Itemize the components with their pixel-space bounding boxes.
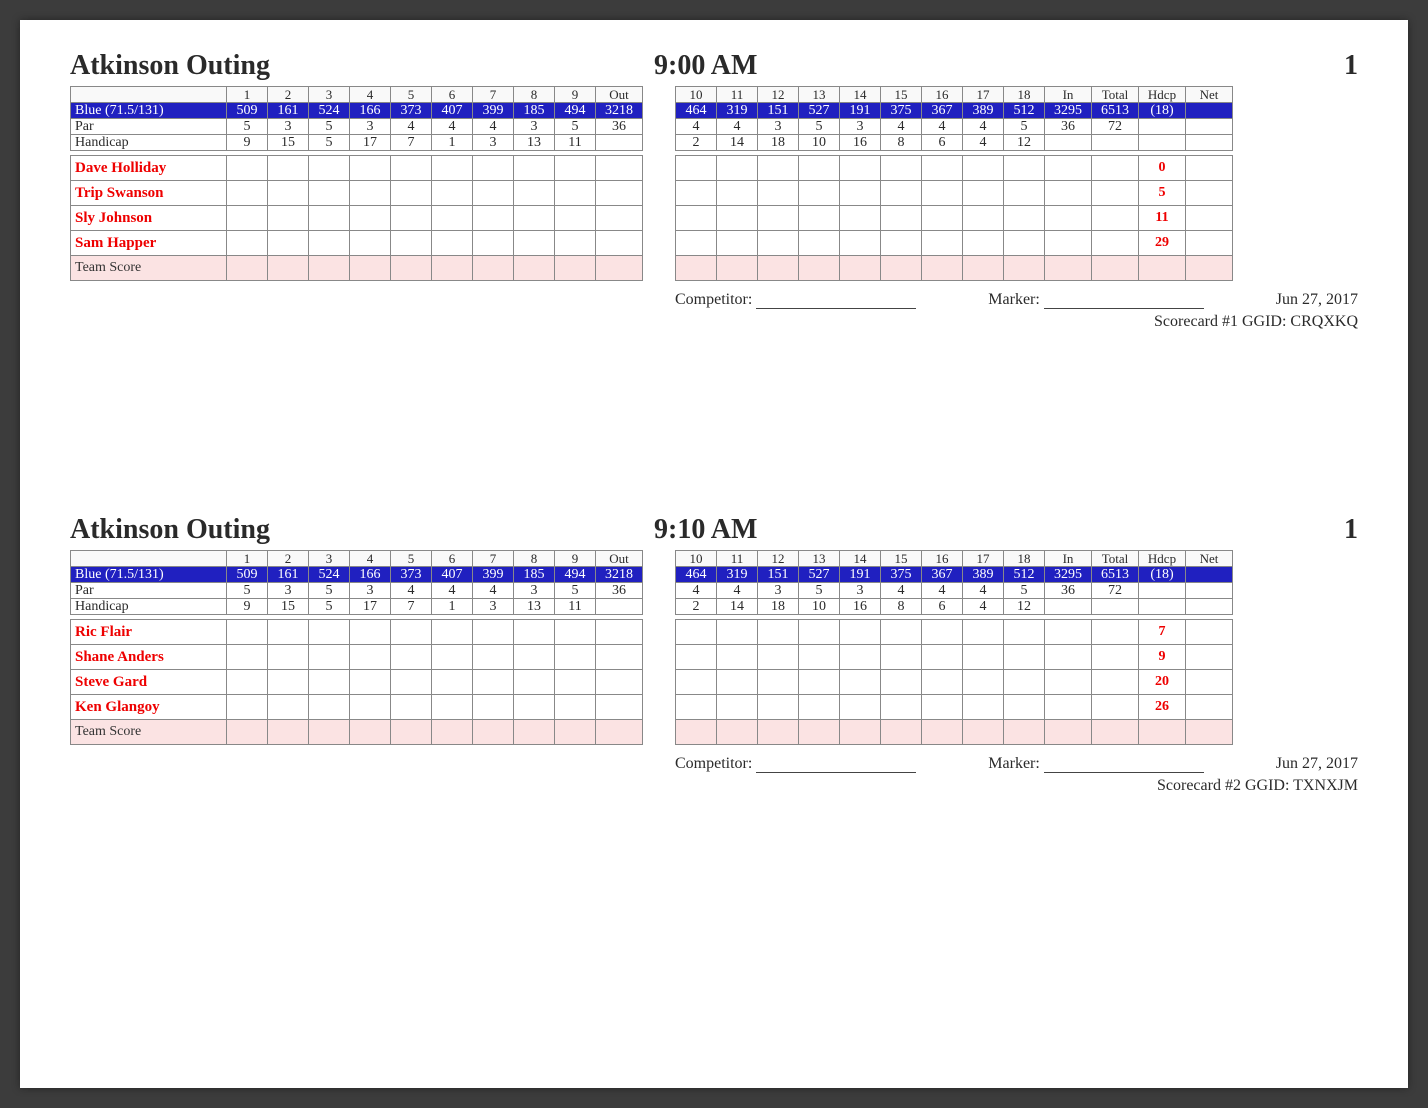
tee-time: 9:00 AM [654,50,757,82]
player-hdcp: 0 [1139,156,1186,181]
player-hdcp: 26 [1139,695,1186,720]
marker-label: Marker: [988,291,1040,308]
player-hdcp: 7 [1139,620,1186,645]
marker-label: Marker: [988,755,1040,772]
player-hdcp: 5 [1139,181,1186,206]
signature-line: Competitor: Marker: Jun 27, 2017 [675,291,1358,309]
competitor-label: Competitor: [675,291,752,308]
player-name: Shane Anders [71,645,227,670]
starting-hole: 1 [1344,514,1358,546]
player-hdcp: 11 [1139,206,1186,231]
back-nine-table: 101112131415161718InTotalHdcpNet46431915… [675,86,1233,281]
player-name: Sam Happer [71,231,227,256]
scorecard: Atkinson Outing 9:10 AM 1 123456789OutBl… [70,510,1358,795]
back-nine-table: 101112131415161718InTotalHdcpNet46431915… [675,550,1233,745]
scorecard: Atkinson Outing 9:00 AM 1 123456789OutBl… [70,46,1358,331]
player-name: Trip Swanson [71,181,227,206]
front-nine-table: 123456789OutBlue (71.5/131)5091615241663… [70,550,643,745]
date: Jun 27, 2017 [1276,291,1358,309]
event-name: Atkinson Outing [70,50,270,82]
player-name: Ric Flair [71,620,227,645]
player-hdcp: 29 [1139,231,1186,256]
tee-time: 9:10 AM [654,514,757,546]
player-name: Ken Glangoy [71,695,227,720]
front-half: 123456789OutBlue (71.5/131)5091615241663… [70,550,643,795]
back-half: 101112131415161718InTotalHdcpNet46431915… [675,550,1358,795]
scorecard-meta: Scorecard #1 GGID: CRQXKQ [675,313,1358,331]
signature-line: Competitor: Marker: Jun 27, 2017 [675,755,1358,773]
date: Jun 27, 2017 [1276,755,1358,773]
card-header: Atkinson Outing 9:00 AM 1 [70,46,1358,82]
team-score-label: Team Score [71,720,227,745]
competitor-label: Competitor: [675,755,752,772]
front-nine-table: 123456789OutBlue (71.5/131)5091615241663… [70,86,643,281]
starting-hole: 1 [1344,50,1358,82]
back-half: 101112131415161718InTotalHdcpNet46431915… [675,86,1358,331]
card-header: Atkinson Outing 9:10 AM 1 [70,510,1358,546]
event-name: Atkinson Outing [70,514,270,546]
player-hdcp: 9 [1139,645,1186,670]
player-hdcp: 20 [1139,670,1186,695]
player-name: Sly Johnson [71,206,227,231]
front-half: 123456789OutBlue (71.5/131)5091615241663… [70,86,643,331]
player-name: Steve Gard [71,670,227,695]
team-score-label: Team Score [71,256,227,281]
scorecard-meta: Scorecard #2 GGID: TXNXJM [675,777,1358,795]
player-name: Dave Holliday [71,156,227,181]
